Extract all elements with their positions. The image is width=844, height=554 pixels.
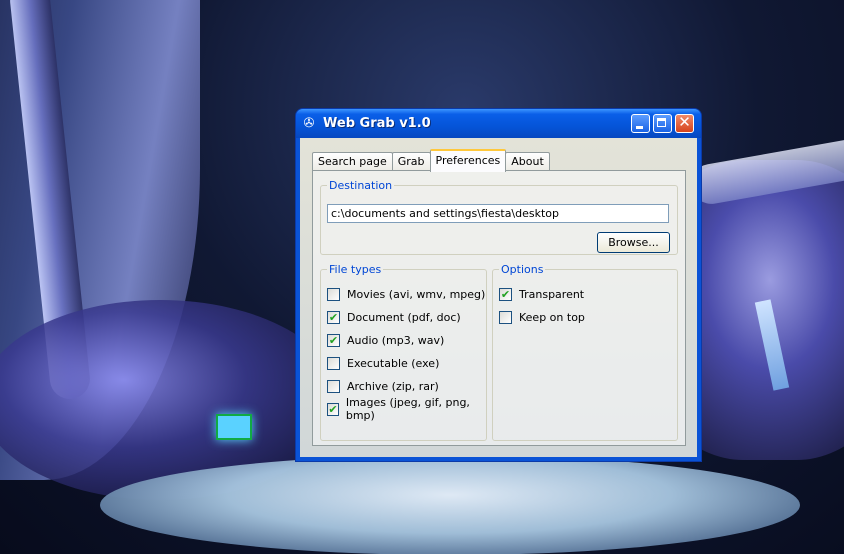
browse-button[interactable]: Browse... — [597, 232, 670, 253]
checkbox-label: Audio (mp3, wav) — [347, 333, 445, 347]
maximize-icon — [657, 118, 666, 127]
checkbox-label: Transparent — [519, 287, 585, 301]
maximize-button[interactable] — [653, 114, 672, 133]
checkbox-box[interactable] — [499, 310, 512, 324]
checkbox-box[interactable] — [327, 379, 340, 393]
checkbox-archive[interactable]: Archive (zip, rar) — [327, 378, 439, 394]
destination-path-input[interactable] — [327, 204, 669, 223]
title-bar[interactable]: ✇ Web Grab v1.0 ✕ — [296, 109, 701, 138]
checkbox-box[interactable] — [327, 356, 340, 370]
checkbox-box[interactable]: ✔ — [327, 402, 339, 416]
checkbox-label: Document (pdf, doc) — [347, 310, 461, 324]
checkbox-box[interactable]: ✔ — [327, 333, 340, 347]
close-button[interactable]: ✕ — [675, 114, 694, 133]
close-icon: ✕ — [678, 113, 691, 131]
file-types-legend: File types — [329, 263, 382, 276]
checkbox-label: Executable (exe) — [347, 356, 440, 370]
checkbox-executable[interactable]: Executable (exe) — [327, 355, 439, 371]
checkbox-keep-on-top[interactable]: Keep on top — [499, 309, 585, 325]
checkbox-box[interactable]: ✔ — [499, 287, 512, 301]
window-title: Web Grab v1.0 — [323, 116, 431, 131]
minimize-icon — [636, 126, 643, 129]
destination-legend: Destination — [329, 179, 393, 192]
checkbox-transparent[interactable]: ✔ Transparent — [499, 286, 584, 302]
file-types-group: File types Movies (avi, wmv, mpeg) ✔ Doc… — [320, 263, 487, 441]
stadium-screen — [216, 414, 252, 440]
tab-about[interactable]: About — [505, 152, 550, 171]
options-group: Options ✔ Transparent Keep on top — [492, 263, 678, 441]
tab-strip: Search page Grab Preferences About — [312, 149, 550, 172]
tab-search-page[interactable]: Search page — [312, 152, 393, 171]
checkbox-box[interactable] — [327, 287, 340, 301]
options-legend: Options — [501, 263, 544, 276]
checkbox-audio[interactable]: ✔ Audio (mp3, wav) — [327, 332, 444, 348]
tab-preferences[interactable]: Preferences — [429, 149, 507, 172]
destination-group: Destination Browse... — [320, 179, 678, 255]
preferences-panel: Destination Browse... File types Movies … — [312, 170, 686, 446]
checkbox-document[interactable]: ✔ Document (pdf, doc) — [327, 309, 461, 325]
checkbox-label: Movies (avi, wmv, mpeg) — [347, 287, 486, 301]
web-grab-app-icon[interactable]: ✇ — [301, 116, 317, 132]
checkbox-images[interactable]: ✔ Images (jpeg, gif, png, bmp) — [327, 396, 486, 422]
window-client-area: Search page Grab Preferences About Desti… — [300, 138, 697, 457]
checkbox-box[interactable]: ✔ — [327, 310, 340, 324]
checkbox-label: Images (jpeg, gif, png, bmp) — [345, 396, 470, 422]
checkbox-label: Archive (zip, rar) — [347, 379, 439, 393]
checkbox-movies[interactable]: Movies (avi, wmv, mpeg) — [327, 286, 485, 302]
stadium-stage — [100, 455, 800, 554]
checkbox-label: Keep on top — [519, 310, 585, 324]
minimize-button[interactable] — [631, 114, 650, 133]
web-grab-window: ✇ Web Grab v1.0 ✕ Search page Grab Prefe… — [296, 109, 701, 461]
tab-grab[interactable]: Grab — [391, 152, 431, 171]
